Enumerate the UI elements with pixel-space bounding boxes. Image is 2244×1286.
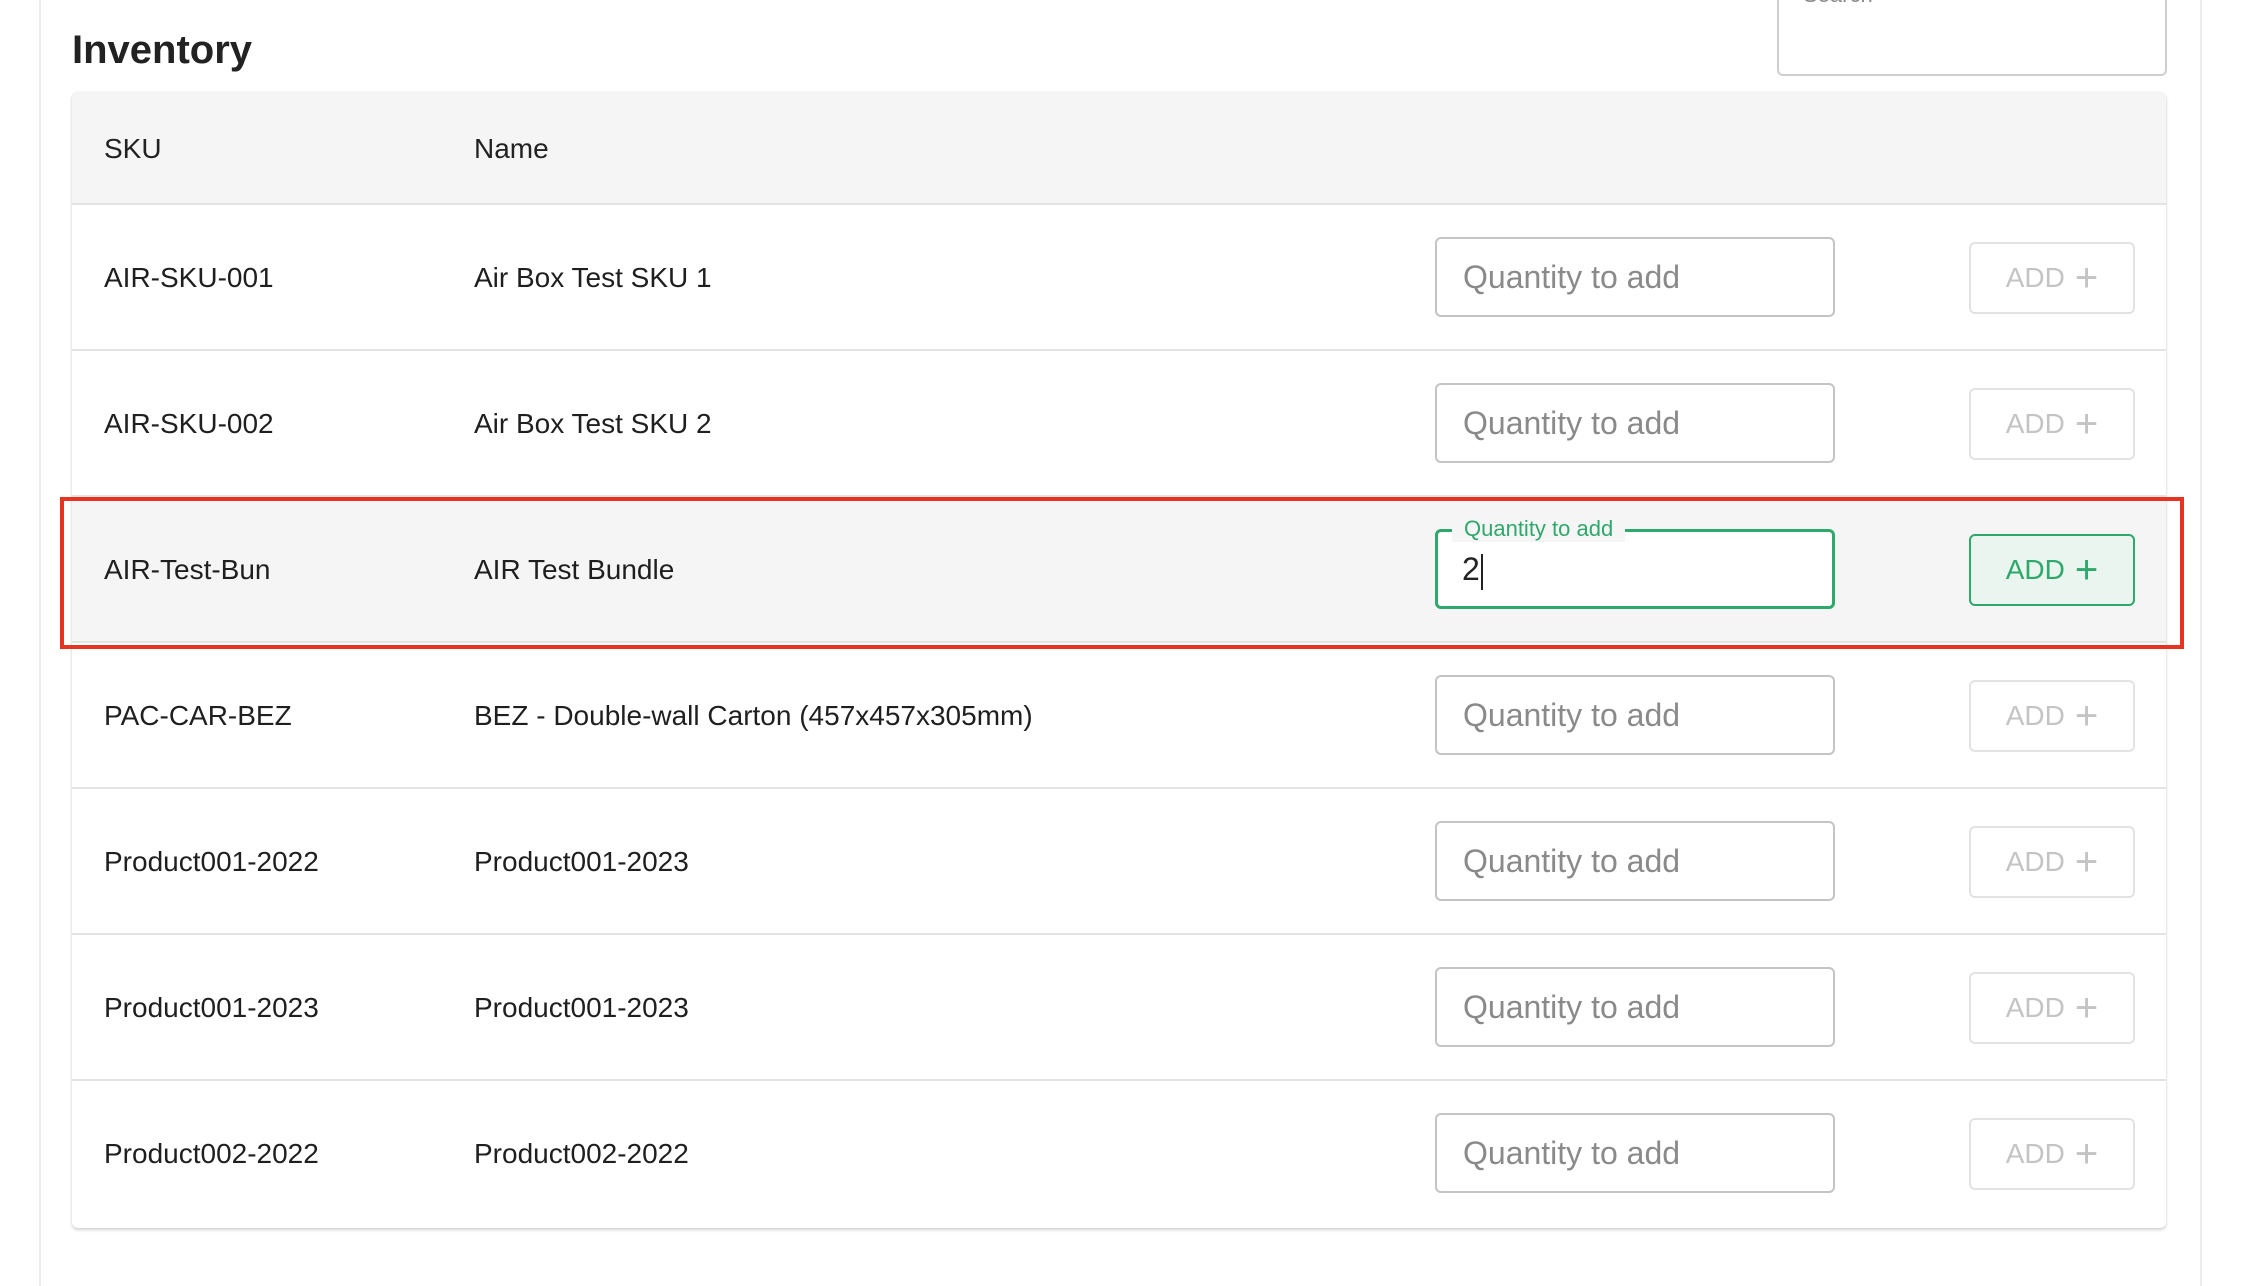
quantity-value: 2 (1462, 551, 1480, 587)
row-sku: PAC-CAR-BEZ (104, 700, 292, 731)
add-button-label: ADD (2005, 700, 2065, 731)
quantity-field[interactable] (1435, 383, 1835, 463)
plus-icon: + (2074, 986, 2099, 1030)
quantity-input[interactable] (1437, 239, 1833, 315)
add-button-label: ADD (2005, 554, 2065, 585)
row-sku: AIR-SKU-002 (104, 408, 274, 439)
plus-icon: + (2074, 256, 2099, 300)
quantity-input[interactable] (1437, 385, 1833, 461)
row-name: Product001-2023 (474, 992, 689, 1023)
quantity-field[interactable] (1435, 237, 1835, 317)
row-name: Product001-2023 (474, 846, 689, 877)
quantity-input[interactable] (1437, 969, 1833, 1045)
table-row: AIR-SKU-002 Air Box Test SKU 2 ADD + (72, 351, 2166, 497)
page-title: Inventory (72, 28, 253, 72)
table-row: PAC-CAR-BEZ BEZ - Double-wall Carton (45… (72, 643, 2166, 789)
search-input[interactable]: Search (1777, 0, 2167, 76)
quantity-field[interactable] (1435, 967, 1835, 1047)
page-left-border (39, 0, 41, 1286)
column-header-name: Name (474, 133, 549, 164)
table-header: SKU Name (72, 92, 2166, 205)
search-label: Search (1803, 0, 1873, 8)
table-row: Product001-2023 Product001-2023 ADD + (72, 935, 2166, 1081)
add-button[interactable]: ADD + (1969, 388, 2135, 460)
row-name: Air Box Test SKU 2 (474, 408, 712, 439)
quantity-field-focused[interactable]: Quantity to add 2 (1435, 516, 1835, 609)
row-sku: AIR-SKU-001 (104, 262, 274, 293)
plus-icon: + (2074, 548, 2099, 592)
quantity-field[interactable] (1435, 1113, 1835, 1193)
quantity-input[interactable] (1437, 1115, 1833, 1191)
row-sku: Product001-2022 (104, 846, 319, 877)
plus-icon: + (2074, 402, 2099, 446)
add-button[interactable]: ADD + (1969, 1118, 2135, 1190)
add-button-label: ADD (2005, 262, 2065, 293)
add-button[interactable]: ADD + (1969, 826, 2135, 898)
quantity-input[interactable] (1437, 677, 1833, 753)
add-button-label: ADD (2005, 408, 2065, 439)
quantity-field[interactable] (1435, 821, 1835, 901)
row-name: Air Box Test SKU 1 (474, 262, 712, 293)
row-name: BEZ - Double-wall Carton (457x457x305mm) (474, 700, 1033, 731)
add-button-label: ADD (2005, 1138, 2065, 1169)
add-button[interactable]: ADD + (1969, 242, 2135, 314)
table-row: AIR-SKU-001 Air Box Test SKU 1 ADD + (72, 205, 2166, 351)
row-sku: AIR-Test-Bun (104, 554, 271, 585)
add-button-label: ADD (2005, 846, 2065, 877)
inventory-table: SKU Name AIR-SKU-001 Air Box Test SKU 1 … (72, 92, 2166, 1228)
quantity-input[interactable]: 2 (1462, 532, 1483, 606)
quantity-input[interactable] (1437, 823, 1833, 899)
table-row: Product001-2022 Product001-2023 ADD + (72, 789, 2166, 935)
column-header-sku: SKU (104, 133, 162, 164)
plus-icon: + (2074, 694, 2099, 738)
row-sku: Product001-2023 (104, 992, 319, 1023)
row-name: Product002-2022 (474, 1138, 689, 1169)
table-row: Product002-2022 Product002-2022 ADD + (72, 1081, 2166, 1227)
text-caret (1480, 553, 1483, 590)
add-button[interactable]: ADD + (1969, 680, 2135, 752)
add-button-label: ADD (2005, 992, 2065, 1023)
row-name: AIR Test Bundle (474, 554, 675, 585)
page-right-border (2200, 0, 2202, 1286)
quantity-field[interactable] (1435, 675, 1835, 755)
plus-icon: + (2074, 1132, 2099, 1176)
row-sku: Product002-2022 (104, 1138, 319, 1169)
plus-icon: + (2074, 840, 2099, 884)
add-button[interactable]: ADD + (1969, 534, 2135, 606)
table-row-selected: AIR-Test-Bun AIR Test Bundle Quantity to… (72, 497, 2166, 643)
add-button[interactable]: ADD + (1969, 972, 2135, 1044)
